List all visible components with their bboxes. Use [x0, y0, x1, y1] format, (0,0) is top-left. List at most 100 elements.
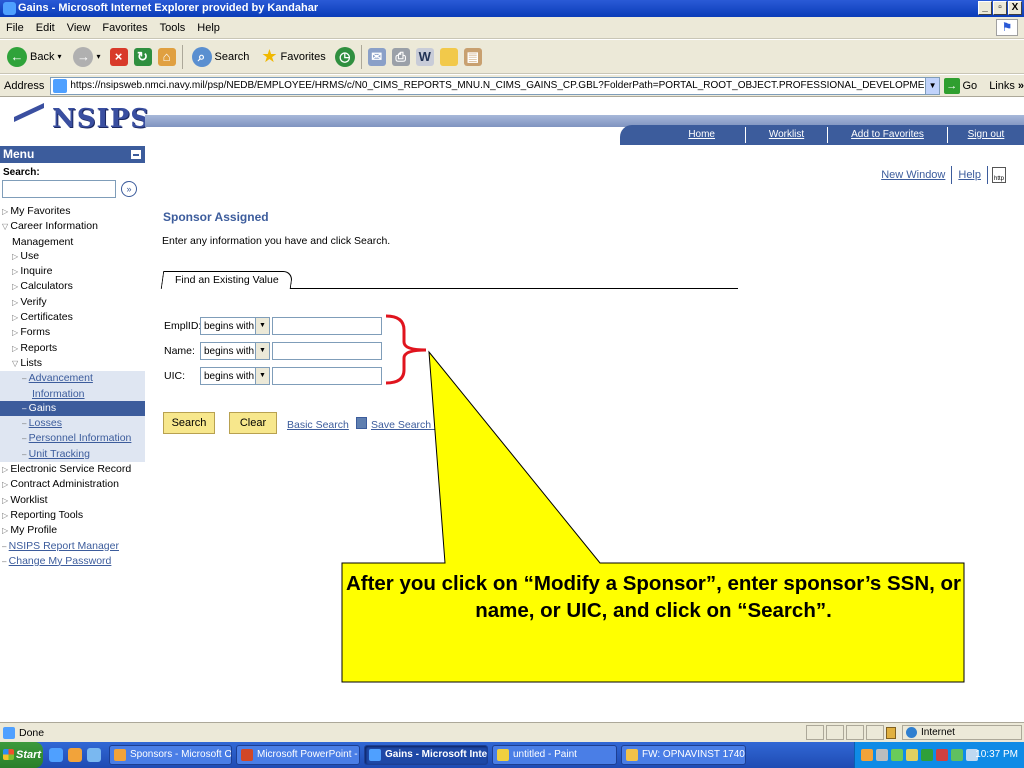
menu-item-label: Gains	[28, 401, 57, 414]
dash-icon: –	[2, 556, 9, 566]
save-search-link[interactable]: Save Search C	[371, 419, 442, 431]
tray-alert-icon[interactable]	[936, 749, 948, 761]
menu-item[interactable]: – Gains	[0, 400, 145, 417]
print-icon[interactable]: ⎙	[391, 47, 410, 66]
menu-item[interactable]: Management	[0, 235, 145, 249]
basic-search-link[interactable]: Basic Search	[287, 419, 349, 431]
nav-add-to-favorites[interactable]: Add to Favorites	[828, 127, 948, 143]
go-button[interactable]: Go	[963, 80, 978, 92]
taskbar-task[interactable]: Sponsors - Microsoft Out...	[109, 745, 232, 765]
back-label: Back	[30, 50, 55, 63]
menu-item[interactable]: ▷ Verify	[0, 295, 145, 310]
menu-item[interactable]: ▷ Forms	[0, 325, 145, 340]
menu-item[interactable]: ▷ Electronic Service Record	[0, 462, 145, 477]
history-icon[interactable]: ◷	[334, 46, 355, 67]
tray-sound-icon[interactable]	[951, 749, 963, 761]
menu-search-input[interactable]	[2, 180, 116, 198]
menu-help[interactable]: Help	[197, 22, 220, 34]
favorites-button[interactable]: ★ Favorites	[258, 44, 328, 69]
chevron-down-icon: ▼	[255, 343, 269, 359]
name-input[interactable]	[272, 342, 382, 360]
tray-outlook-icon[interactable]	[861, 749, 873, 761]
search-button[interactable]: ⌕ Search	[189, 45, 253, 69]
menu-item[interactable]: ▷ Worklist	[0, 493, 145, 508]
uic-operator-select[interactable]: begins with ▼	[200, 367, 270, 385]
back-button[interactable]: ← Back ▾	[4, 45, 64, 69]
new-window-link[interactable]: New Window	[875, 169, 951, 181]
ie-icon[interactable]	[49, 748, 63, 762]
edit-icon[interactable]: W	[415, 47, 434, 66]
emplid-operator-select[interactable]: begins with ▼	[200, 317, 270, 335]
forward-button[interactable]: → ▾	[70, 45, 103, 69]
home-icon[interactable]: ⌂	[157, 47, 176, 66]
close-button[interactable]: X	[1008, 1, 1022, 15]
menu-item[interactable]: ▷ Contract Administration	[0, 477, 145, 492]
menu-item[interactable]: – NSIPS Report Manager	[0, 539, 145, 554]
nav-worklist[interactable]: Worklist	[746, 127, 828, 143]
left-menu: Menu Search: » ▷ My Favorites ▽ Career In…	[0, 146, 145, 721]
tray-key-icon[interactable]	[906, 749, 918, 761]
collapse-icon[interactable]	[131, 150, 141, 159]
dash-icon: –	[22, 419, 29, 429]
menu-edit[interactable]: Edit	[36, 22, 55, 34]
emplid-input[interactable]	[272, 317, 382, 335]
menu-item[interactable]: – Advancement	[0, 371, 145, 387]
menu-item[interactable]: ▷ My Profile	[0, 523, 145, 538]
menu-item[interactable]: – Losses	[0, 416, 145, 432]
menu-item[interactable]: ▷ Reports	[0, 341, 145, 356]
tab-find-existing-value[interactable]: Find an Existing Value	[160, 271, 293, 289]
menu-item[interactable]: ▷ Certificates	[0, 310, 145, 325]
menu-view[interactable]: View	[67, 22, 91, 34]
quick-launch	[49, 748, 101, 762]
chevron-right-icon[interactable]: »	[1018, 80, 1024, 92]
window-titlebar[interactable]: Gains - Microsoft Internet Explorer prov…	[0, 0, 1024, 17]
stop-icon[interactable]: ×	[109, 47, 128, 66]
menu-item[interactable]: Information	[0, 386, 145, 401]
outlook-icon[interactable]	[68, 748, 82, 762]
uic-input[interactable]	[272, 367, 382, 385]
research-icon[interactable]: ▤	[463, 47, 482, 66]
minimize-button[interactable]: _	[978, 1, 992, 15]
menu-item[interactable]: ▷ Inquire	[0, 264, 145, 279]
clear-button[interactable]: Clear	[229, 412, 277, 434]
menu-item[interactable]: ▷ Calculators	[0, 279, 145, 294]
menu-file[interactable]: File	[6, 22, 24, 34]
menu-tools[interactable]: Tools	[160, 22, 186, 34]
taskbar-task[interactable]: untitled - Paint	[492, 745, 617, 765]
menu-item[interactable]: ▽ Career Information	[0, 219, 145, 234]
tray-shield-icon[interactable]	[921, 749, 933, 761]
menu-item[interactable]: ▷ Reporting Tools	[0, 508, 145, 523]
mail-icon[interactable]: ✉	[367, 47, 386, 66]
menu-item[interactable]: – Unit Tracking	[0, 446, 145, 463]
menu-favorites[interactable]: Favorites	[102, 22, 147, 34]
search-button[interactable]: Search	[163, 412, 215, 434]
start-button[interactable]: Start	[0, 742, 43, 768]
status-cells	[806, 725, 884, 740]
go-arrow-icon[interactable]: →	[944, 77, 960, 94]
restore-button[interactable]: ▫	[993, 1, 1007, 15]
dash-icon: –	[22, 434, 29, 444]
browser-icon[interactable]	[87, 748, 101, 762]
menu-item[interactable]: – Change My Password	[0, 554, 145, 569]
menu-item[interactable]: ▷ My Favorites	[0, 204, 145, 219]
links-button[interactable]: Links	[989, 80, 1015, 92]
menu-item[interactable]: ▽ Lists	[0, 355, 145, 372]
help-link[interactable]: Help	[952, 169, 987, 181]
taskbar-task[interactable]: Gains - Microsoft Inte...	[364, 745, 488, 765]
chevron-down-icon[interactable]: ▼	[925, 77, 940, 94]
tray-network-icon[interactable]	[876, 749, 888, 761]
nav-sign-out[interactable]: Sign out	[948, 127, 1024, 143]
zone-label: Internet	[921, 727, 955, 738]
name-operator-select[interactable]: begins with ▼	[200, 342, 270, 360]
printable-page-icon[interactable]: http	[992, 167, 1006, 183]
taskbar-task[interactable]: Microsoft PowerPoint - [...	[236, 745, 360, 765]
refresh-icon[interactable]: ↻	[133, 47, 152, 66]
folder-icon[interactable]	[439, 47, 458, 66]
taskbar-task[interactable]: FW: OPNAVINST 1740.3....	[621, 745, 746, 765]
search-go-icon[interactable]: »	[121, 181, 137, 197]
menu-item[interactable]: ▷ Use	[0, 249, 145, 264]
nav-home[interactable]: Home	[620, 127, 746, 143]
tray-app-icon[interactable]	[891, 749, 903, 761]
address-input[interactable]: https://nsipsweb.nmci.navy.mil/psp/NEDB/…	[50, 76, 941, 95]
menu-item[interactable]: – Personnel Information	[0, 431, 145, 447]
